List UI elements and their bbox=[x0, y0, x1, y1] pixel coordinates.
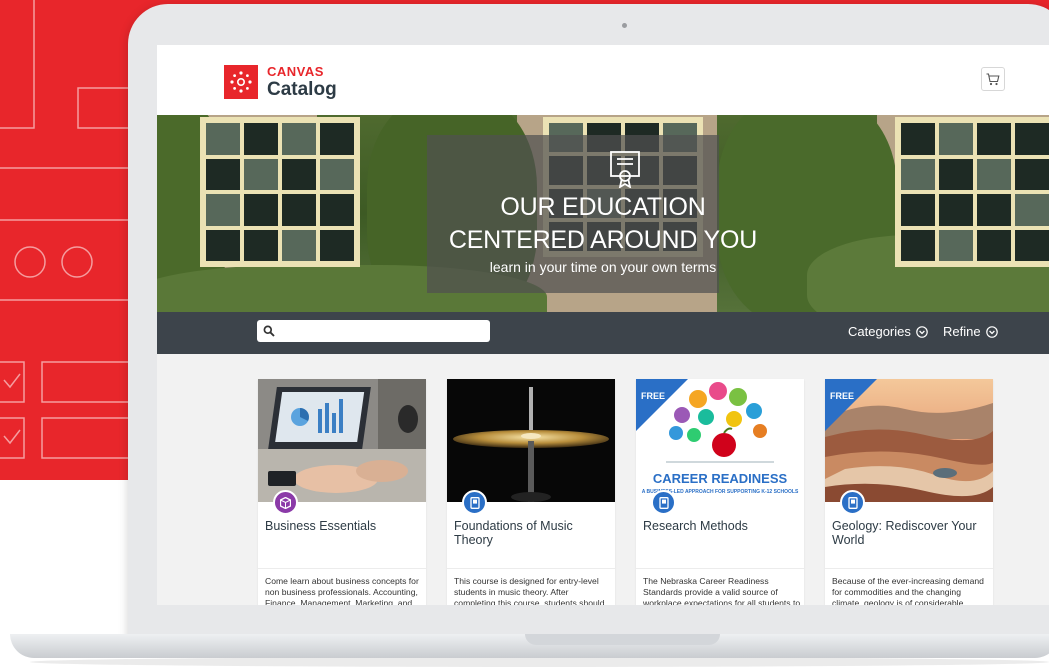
canvas-logo-icon bbox=[224, 65, 258, 99]
card-divider bbox=[258, 568, 426, 569]
course-image bbox=[447, 379, 615, 502]
course-card-research-methods[interactable]: CAREER READINESS A BUSINESS-LED APPROACH… bbox=[636, 379, 804, 605]
logo-product-text: Catalog bbox=[267, 79, 337, 100]
hero-heading-line-2: CENTERED AROUND YOU bbox=[448, 226, 758, 254]
free-label: FREE bbox=[641, 391, 666, 401]
course-title: Business Essentials bbox=[265, 519, 377, 533]
canvas-catalog-logo[interactable]: CANVAS Catalog bbox=[224, 65, 337, 99]
camera-dot bbox=[622, 23, 627, 28]
card-divider bbox=[447, 568, 615, 569]
hero-subtitle: learn in your time on your own terms bbox=[489, 259, 717, 275]
filter-bar: Categories Refine bbox=[157, 312, 1049, 354]
chevron-down-circle-icon bbox=[985, 325, 998, 338]
course-description: The Nebraska Career Readiness Standards … bbox=[643, 576, 801, 605]
course-card-business-essentials[interactable]: Business Essentials Come learn about bus… bbox=[258, 379, 426, 605]
course-icon bbox=[651, 490, 676, 515]
categories-label: Categories bbox=[848, 324, 911, 339]
hero-banner: OUR EDUCATION CENTERED AROUND YOU learn … bbox=[157, 115, 1049, 312]
search-input[interactable] bbox=[257, 320, 490, 342]
hero-heading-line-1: OUR EDUCATION bbox=[500, 193, 706, 221]
header: CANVAS Catalog bbox=[157, 45, 1049, 115]
course-title: Geology: Rediscover Your World bbox=[832, 519, 977, 547]
decorative-line-pattern bbox=[0, 0, 135, 459]
free-ribbon bbox=[825, 379, 877, 431]
cart-button[interactable] bbox=[981, 67, 1005, 91]
course-description: This course is designed for entry-level … bbox=[454, 576, 605, 605]
course-image bbox=[258, 379, 426, 502]
certificate-icon bbox=[610, 151, 640, 188]
course-description: Come learn about business concepts for n… bbox=[265, 576, 419, 605]
course-icon bbox=[462, 490, 487, 515]
refine-dropdown[interactable]: Refine bbox=[943, 324, 998, 339]
laptop-notch bbox=[525, 634, 720, 645]
course-description: Because of the ever-increasing demand fo… bbox=[832, 576, 984, 605]
shopping-cart-icon bbox=[986, 72, 1000, 85]
chevron-down-circle-icon bbox=[916, 325, 928, 338]
image-heading: CAREER READINESS bbox=[653, 471, 788, 486]
card-divider bbox=[636, 568, 804, 569]
course-title: Research Methods bbox=[643, 519, 748, 533]
laptop-shadow bbox=[30, 657, 1049, 667]
course-title: Foundations of Music Theory bbox=[454, 519, 573, 547]
module-icon bbox=[273, 490, 298, 515]
catalog-screen: CANVAS Catalog OUR EDUCATION CENTERED AR… bbox=[157, 45, 1049, 605]
course-card-foundations-of-music-theory[interactable]: Foundations of Music Theory This course … bbox=[447, 379, 615, 605]
free-ribbon bbox=[636, 379, 688, 431]
free-label: FREE bbox=[830, 391, 855, 401]
search-icon bbox=[263, 325, 275, 337]
categories-dropdown[interactable]: Categories bbox=[848, 324, 928, 339]
logo-brand-text: CANVAS bbox=[267, 64, 324, 79]
refine-label: Refine bbox=[943, 324, 981, 339]
course-icon bbox=[840, 490, 865, 515]
course-card-geology-rediscover-your-world[interactable]: FREE Geology: Rediscover Your World Beca… bbox=[825, 379, 993, 605]
card-divider bbox=[825, 568, 993, 569]
